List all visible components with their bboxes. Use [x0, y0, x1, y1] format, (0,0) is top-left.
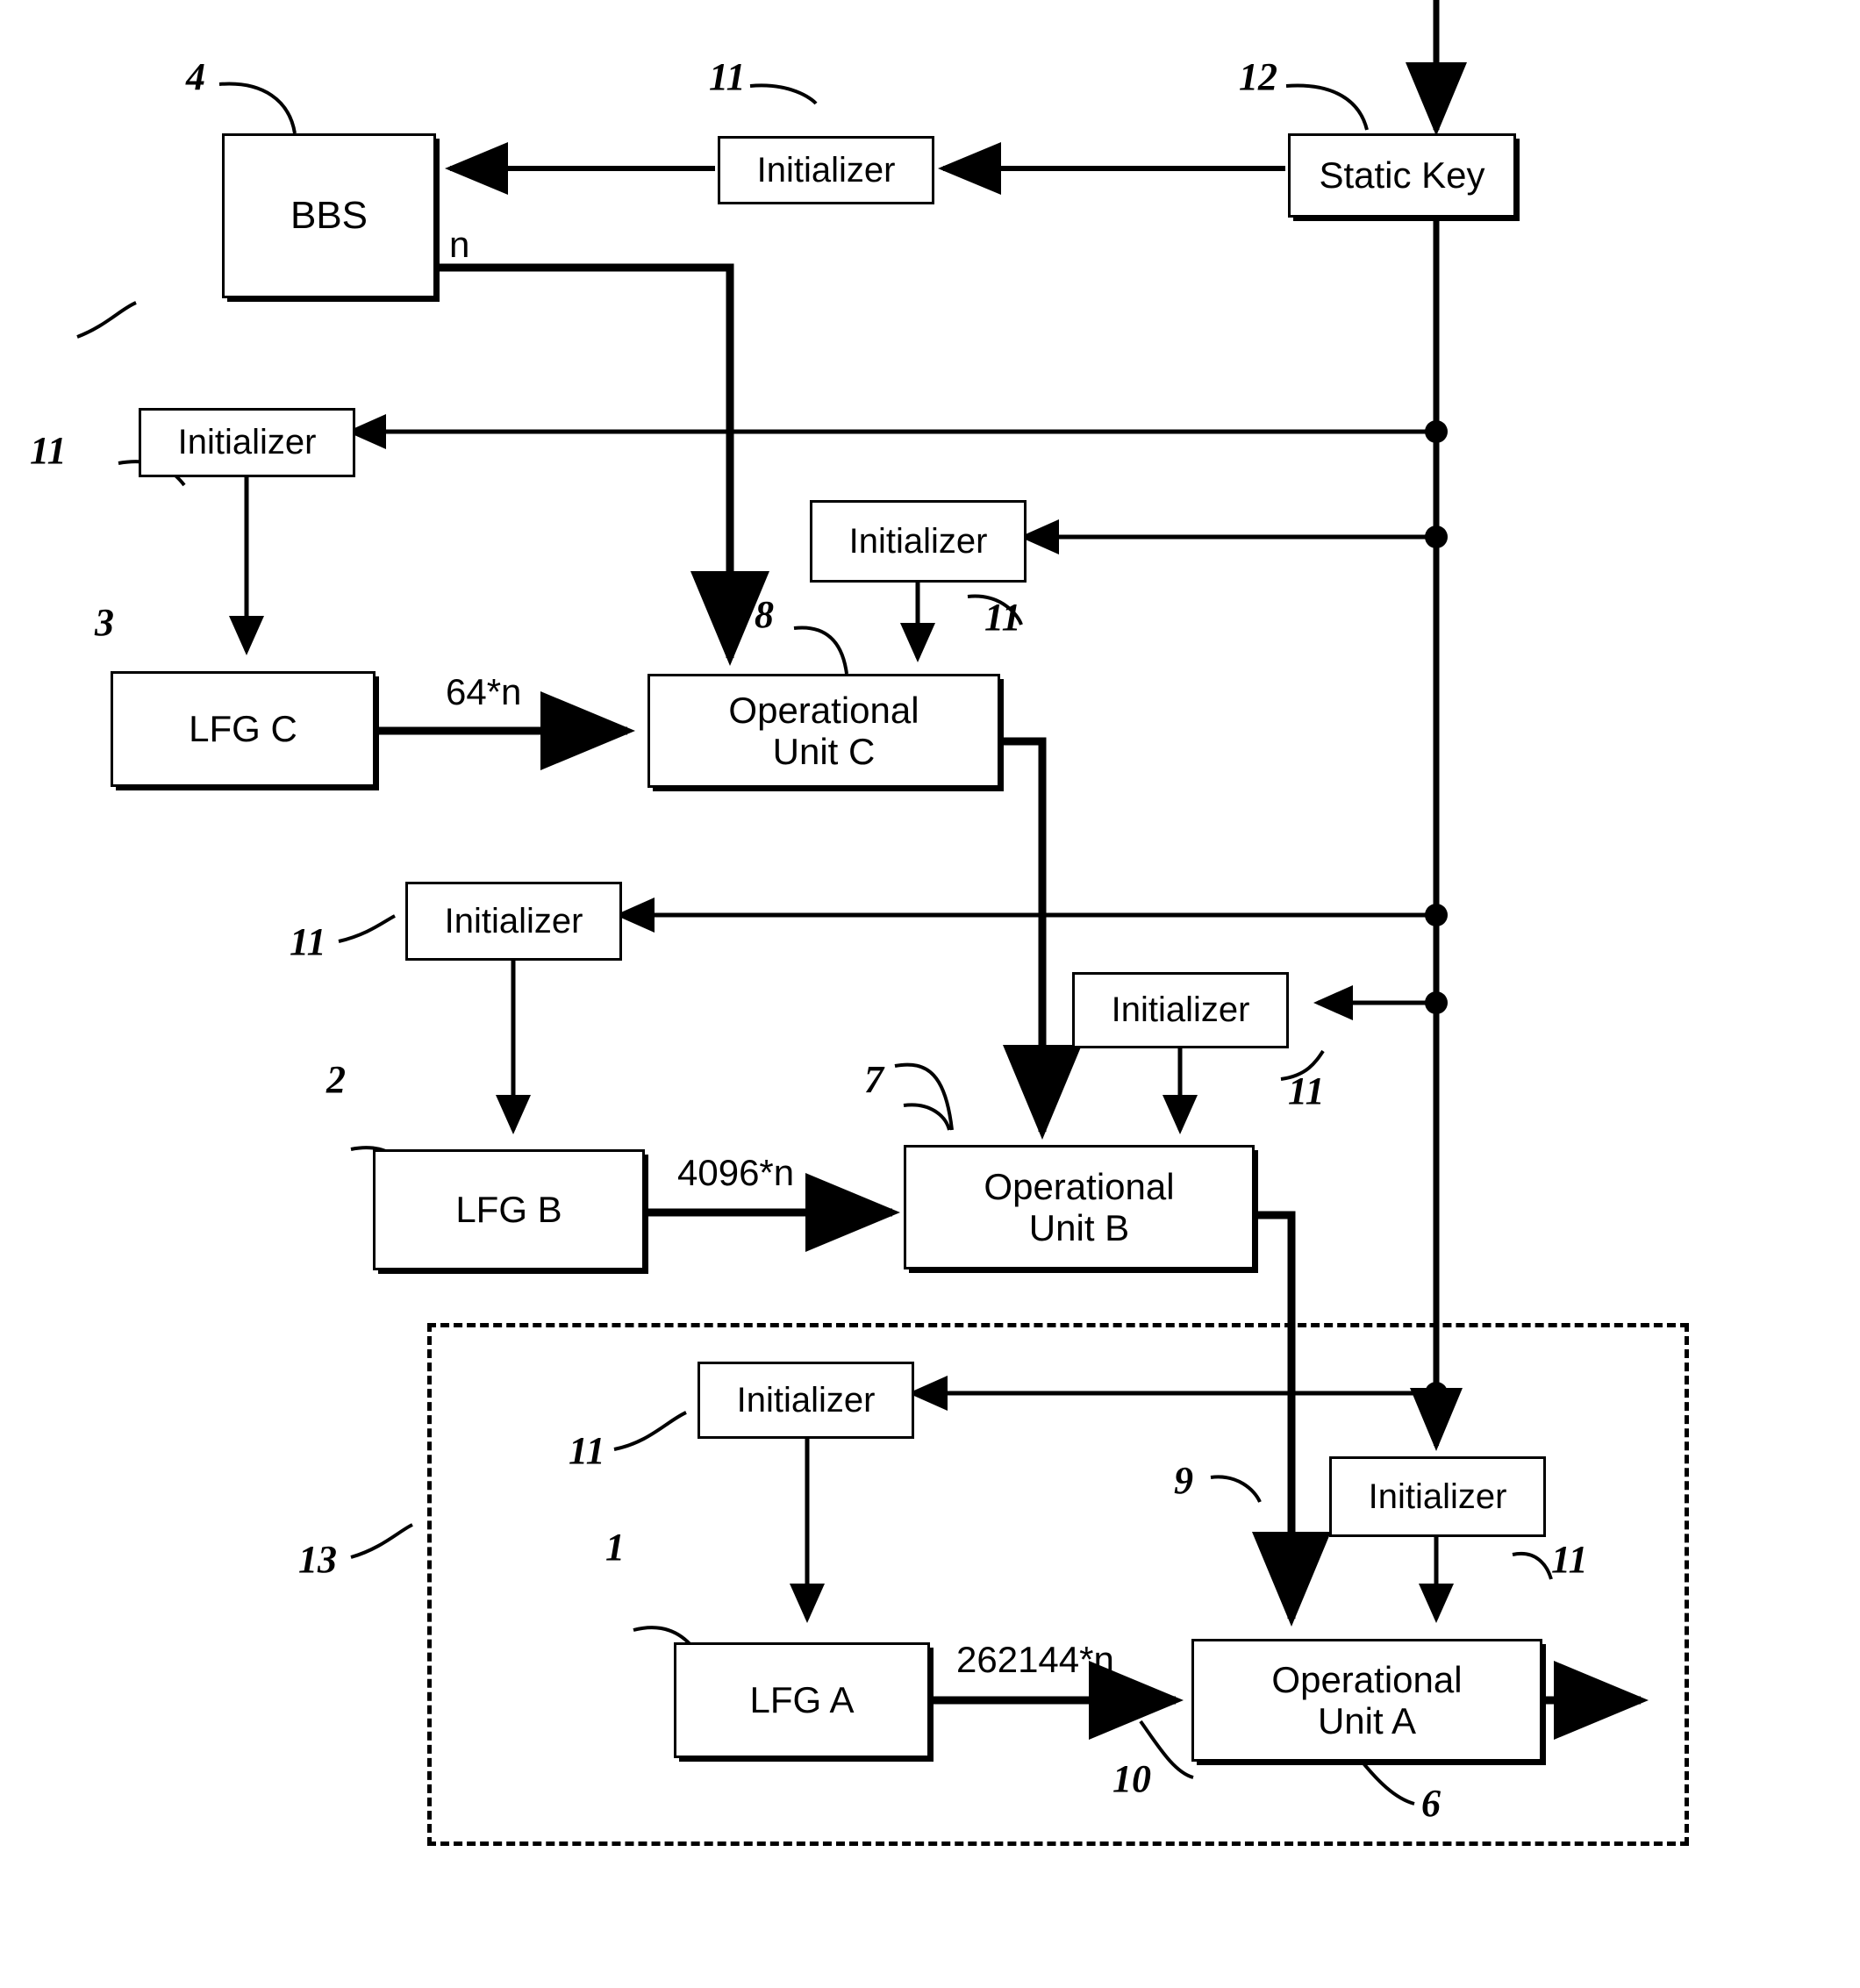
ref-numeral-4: 4	[186, 55, 205, 98]
ref-numeral-12: 12	[1239, 55, 1277, 98]
ref-numeral-11-lfg-c: 11	[30, 429, 67, 472]
initializer-op-c-label: Initializer	[848, 521, 988, 561]
block-lfg-b[interactable]: LFG B	[373, 1149, 645, 1270]
block-op-unit-c[interactable]: Operational Unit C	[647, 674, 1000, 788]
initializer-lfg-b-label: Initializer	[444, 901, 583, 940]
ref-numeral-7: 7	[864, 1058, 884, 1101]
initializer-op-b[interactable]: Initializer	[1072, 972, 1289, 1048]
block-static-key-label: Static Key	[1319, 154, 1485, 197]
ref-numeral-11-lfg-a: 11	[569, 1429, 605, 1472]
block-op-unit-b-label: Operational Unit B	[984, 1165, 1175, 1248]
ref-numeral-11-op-c: 11	[984, 596, 1021, 639]
block-lfg-c-label: LFG C	[189, 708, 297, 750]
edge-label-262144n: 262144*n	[956, 1639, 1114, 1680]
initializer-bbs-label: Initializer	[756, 150, 896, 190]
ref-numeral-11-op-b: 11	[1288, 1069, 1325, 1112]
initializer-lfg-c[interactable]: Initializer	[139, 408, 355, 477]
ref-numeral-8: 8	[755, 593, 774, 636]
initializer-op-a-label: Initializer	[1368, 1477, 1507, 1516]
ref-numeral-9: 9	[1174, 1459, 1193, 1502]
block-lfg-b-label: LFG B	[455, 1189, 562, 1231]
initializer-op-c[interactable]: Initializer	[810, 500, 1027, 583]
ref-numeral-13: 13	[298, 1538, 337, 1581]
initializer-op-b-label: Initializer	[1111, 990, 1250, 1030]
block-op-unit-b[interactable]: Operational Unit B	[904, 1145, 1255, 1269]
block-lfg-c[interactable]: LFG C	[111, 671, 376, 787]
ref-numeral-11-op-a: 11	[1551, 1538, 1588, 1581]
ref-numeral-10: 10	[1112, 1757, 1151, 1800]
edge-label-n: n	[449, 224, 470, 265]
ref-numeral-2: 2	[326, 1058, 346, 1101]
initializer-lfg-b[interactable]: Initializer	[405, 882, 622, 961]
ref-numeral-11-lfg-b: 11	[290, 920, 326, 963]
block-static-key[interactable]: Static Key	[1288, 133, 1516, 218]
block-op-unit-c-label: Operational Unit C	[728, 689, 919, 772]
ref-numeral-3: 3	[95, 601, 114, 644]
ref-numeral-11-bbs: 11	[709, 55, 746, 98]
edge-label-4096n: 4096*n	[677, 1152, 795, 1193]
initializer-bbs[interactable]: Initializer	[718, 136, 934, 204]
block-bbs[interactable]: BBS	[222, 133, 436, 298]
initializer-op-a[interactable]: Initializer	[1329, 1456, 1546, 1537]
initializer-lfg-c-label: Initializer	[177, 423, 317, 462]
initializer-lfg-a-label: Initializer	[736, 1380, 876, 1419]
ref-numeral-6: 6	[1421, 1782, 1441, 1825]
dashed-enclosure-13	[427, 1323, 1689, 1846]
block-bbs-label: BBS	[290, 194, 368, 238]
block-lfg-a-label: LFG A	[749, 1679, 855, 1721]
block-lfg-a[interactable]: LFG A	[674, 1642, 930, 1758]
ref-numeral-1: 1	[605, 1526, 625, 1569]
block-op-unit-a-label: Operational Unit A	[1271, 1658, 1463, 1741]
initializer-lfg-a[interactable]: Initializer	[698, 1362, 914, 1439]
figure-canvas: BBS Initializer Static Key Initializer I…	[0, 0, 1860, 1988]
edge-label-64n: 64*n	[446, 671, 522, 712]
block-op-unit-a[interactable]: Operational Unit A	[1191, 1639, 1542, 1762]
